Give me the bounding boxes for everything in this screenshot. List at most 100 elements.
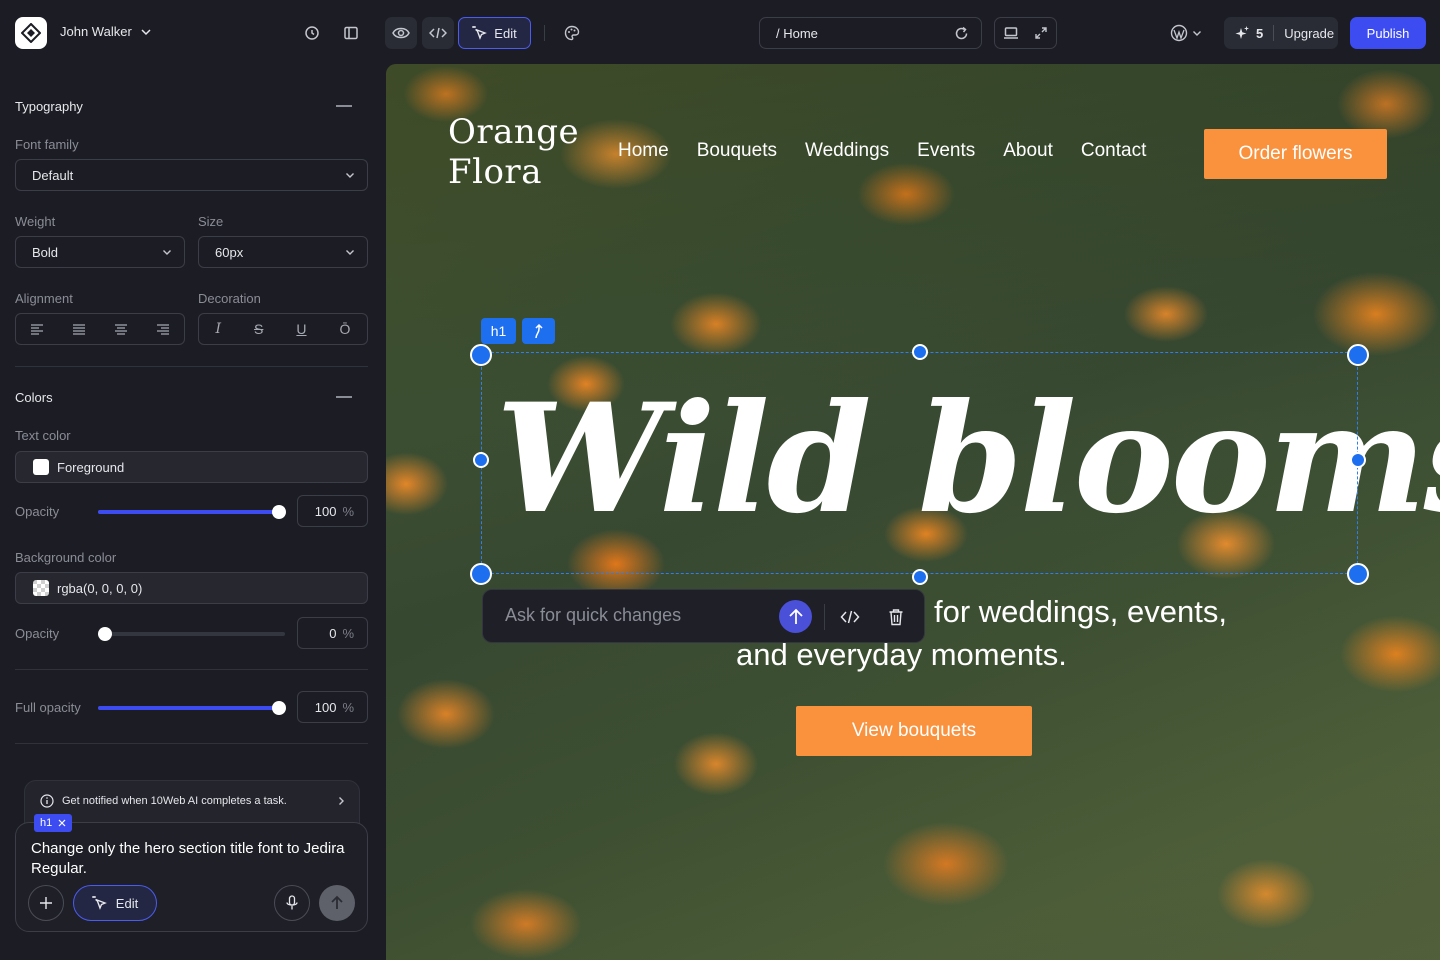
site-brand-logo[interactable]: Orange Flora (448, 112, 579, 192)
resize-handle-top-right[interactable] (1347, 344, 1369, 366)
overline-toggle[interactable]: Ō (340, 321, 351, 337)
background-color-label: Background color (15, 550, 117, 565)
slider-handle[interactable] (272, 701, 286, 715)
composer-edit-button[interactable]: Edit (73, 885, 157, 921)
full-opacity-input[interactable]: 100 % (297, 691, 368, 723)
bg-opacity-slider[interactable] (98, 627, 285, 641)
alignment-control (15, 313, 185, 345)
resize-handle-right[interactable] (1350, 452, 1366, 468)
resize-handle-top-left[interactable] (470, 344, 492, 366)
nav-about[interactable]: About (1003, 140, 1053, 162)
publish-button[interactable]: Publish (1350, 17, 1426, 49)
wordpress-menu[interactable] (1170, 24, 1202, 42)
desktop-icon[interactable] (1003, 26, 1019, 40)
delete-element-button[interactable] (883, 604, 909, 630)
arrow-up-icon (788, 608, 803, 624)
resize-handle-bottom-left[interactable] (470, 563, 492, 585)
font-family-select[interactable]: Default (15, 159, 368, 191)
nav-events[interactable]: Events (917, 140, 975, 162)
size-select[interactable]: 60px (198, 236, 368, 268)
refresh-icon[interactable] (954, 26, 969, 41)
edit-mode-label: Edit (494, 25, 517, 41)
edit-mode-button[interactable]: Edit (458, 17, 531, 49)
upgrade-label: Upgrade (1284, 25, 1335, 41)
text-color-field[interactable]: Foreground (15, 451, 368, 483)
voice-input-button[interactable] (274, 885, 310, 921)
underline-toggle[interactable]: U (296, 321, 306, 337)
align-left-icon[interactable] (30, 323, 44, 335)
section-divider (15, 366, 368, 367)
italic-toggle[interactable]: I (216, 321, 222, 337)
select-parent-button[interactable] (522, 318, 555, 344)
arrow-up-icon (534, 323, 543, 339)
attach-button[interactable] (28, 885, 64, 921)
close-icon[interactable] (58, 819, 66, 827)
nav-home[interactable]: Home (618, 140, 669, 162)
history-button[interactable] (296, 17, 328, 49)
app-logo[interactable] (15, 17, 47, 49)
code-view-button[interactable] (422, 17, 454, 49)
resize-handle-bottom[interactable] (912, 569, 928, 585)
order-flowers-button[interactable]: Order flowers (1204, 129, 1387, 179)
text-opacity-input[interactable]: 100 % (297, 495, 368, 527)
full-opacity-slider[interactable] (98, 701, 286, 715)
sidebar-toggle-button[interactable] (335, 17, 367, 49)
edit-code-button[interactable] (837, 604, 863, 630)
nav-weddings[interactable]: Weddings (805, 140, 889, 162)
quick-changes-input[interactable]: Ask for quick changes (505, 605, 681, 626)
nav-contact[interactable]: Contact (1081, 140, 1146, 162)
background-color-value: rgba(0, 0, 0, 0) (57, 580, 143, 596)
text-opacity-slider[interactable] (98, 505, 286, 519)
page-url-field[interactable]: / Home (759, 17, 982, 49)
brand-line-2: Flora (448, 152, 542, 192)
quick-send-button[interactable] (779, 600, 812, 633)
hero-subtitle-line-1: for weddings, events, (934, 594, 1227, 629)
page-url-text: / Home (776, 25, 818, 41)
user-menu[interactable]: John Walker (60, 24, 152, 39)
info-icon (40, 794, 54, 808)
style-panel: Typography Font family Default Weight Bo… (0, 66, 386, 960)
notification-row: Get notified when 10Web AI completes a t… (40, 794, 346, 808)
ai-credits-upgrade[interactable]: 5 Upgrade (1224, 17, 1338, 49)
slider-handle[interactable] (272, 505, 286, 519)
collapse-typography-icon[interactable] (336, 105, 352, 107)
collapse-colors-icon[interactable] (336, 396, 352, 398)
slider-fill (98, 706, 285, 710)
trash-icon (889, 609, 903, 626)
weight-select[interactable]: Bold (15, 236, 185, 268)
strikethrough-toggle[interactable]: S (254, 321, 263, 337)
align-center-icon[interactable] (114, 323, 128, 335)
expand-icon[interactable] (1034, 26, 1048, 40)
notification-text: Get notified when 10Web AI completes a t… (62, 795, 287, 807)
selected-element-tag[interactable]: h1 (481, 318, 516, 344)
prompt-input[interactable]: Change only the hero section title font … (31, 839, 351, 879)
user-name: John Walker (60, 24, 132, 39)
sidebar-toggle-icon (344, 26, 358, 40)
context-tag[interactable]: h1 (34, 814, 73, 832)
chevron-down-icon (346, 173, 354, 178)
view-bouquets-button[interactable]: View bouquets (796, 706, 1032, 756)
preview-button[interactable] (385, 17, 417, 49)
send-button[interactable] (319, 885, 355, 921)
bg-opacity-input[interactable]: 0 % (297, 617, 368, 649)
selection-outline (481, 352, 1358, 574)
resize-handle-top[interactable] (912, 344, 928, 360)
nav-bouquets[interactable]: Bouquets (697, 140, 777, 162)
theme-button[interactable] (556, 17, 588, 49)
quick-bar-divider (824, 604, 825, 630)
align-justify-icon[interactable] (72, 323, 86, 335)
resize-handle-left[interactable] (473, 452, 489, 468)
top-toolbar: John Walker Edit / Home 5 Upgrade Publis… (0, 0, 1440, 66)
background-color-swatch (33, 580, 49, 596)
sparkle-icon (1235, 26, 1249, 39)
background-color-field[interactable]: rgba(0, 0, 0, 0) (15, 572, 368, 604)
microphone-icon (286, 895, 298, 910)
slider-handle[interactable] (98, 627, 112, 641)
chevron-down-icon (1193, 31, 1201, 36)
full-opacity-label: Full opacity (15, 700, 81, 715)
resize-handle-bottom-right[interactable] (1347, 563, 1369, 585)
bg-opacity-label: Opacity (15, 626, 60, 641)
decoration-control: I S U Ō (198, 313, 368, 345)
align-right-icon[interactable] (156, 323, 170, 335)
size-label: Size (198, 214, 224, 229)
